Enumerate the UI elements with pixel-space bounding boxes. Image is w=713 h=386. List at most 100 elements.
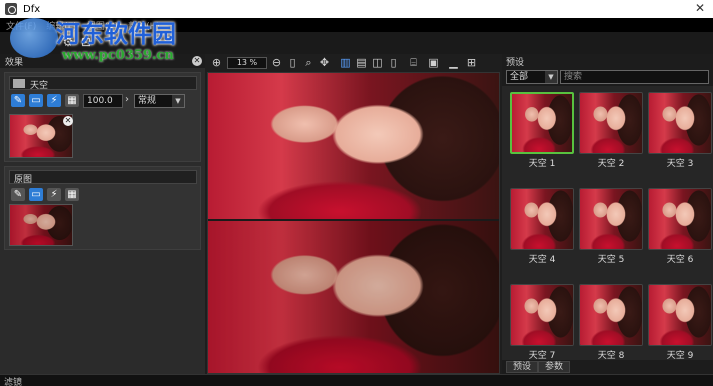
preset-thumbnail	[648, 284, 712, 346]
preset-item[interactable]: 天空 7	[510, 284, 574, 360]
window-close-icon[interactable]: ✕	[695, 1, 705, 15]
preset-thumbnail	[510, 284, 574, 346]
preset-item[interactable]: 天空 2	[579, 92, 643, 178]
preset-label: 天空 8	[597, 351, 625, 360]
zoom-out-icon[interactable]: ⊖	[270, 56, 283, 70]
split-half-icon[interactable]: ◫	[371, 56, 384, 70]
effects-panel-title: 效果	[5, 58, 24, 68]
category-value: 全部	[510, 72, 529, 82]
presets-panel: 预设 全部 ▼ 搜索 天空 1 天空 2 天空 3 天空 4 天空 5 天空 6…	[502, 54, 713, 374]
remove-layer-icon[interactable]: ✕	[63, 116, 73, 126]
app-icon	[5, 3, 17, 15]
mask-icon[interactable]: ▦	[65, 188, 79, 201]
preset-label: 天空 5	[597, 255, 625, 265]
chevron-down-icon: ▼	[545, 71, 557, 83]
preset-thumbnail	[648, 92, 712, 154]
mask-icon[interactable]: ▦	[65, 94, 79, 107]
blend-mode-value: 常规	[138, 96, 157, 106]
preset-thumbnail	[648, 188, 712, 250]
layer-section-original: 原图 ✎ ▭ ⚡ ▦	[4, 166, 201, 250]
preset-label: 天空 9	[666, 351, 694, 360]
search-input[interactable]: 搜索	[560, 70, 709, 84]
presets-panel-title: 预设	[506, 58, 525, 68]
layer-section-sky: 天空 ✎ ▭ ⚡ ▦ 100.0 › 常规 ▼ ✕	[4, 72, 201, 162]
lightning-icon[interactable]: ⚡	[47, 188, 61, 201]
before-image	[208, 221, 499, 373]
preset-label: 天空 3	[666, 159, 694, 169]
layer-label: 原图	[14, 175, 33, 185]
canvas-toolbar: ⊕ 13 % ⊖ ▯ ⌕ ✥ ▥ ▤ ◫ ▯ ⌸ ▣ ▁ ⊞	[207, 54, 502, 72]
preview-icon[interactable]: ⊞	[465, 56, 478, 70]
effects-panel-header: 效果 ✕	[0, 54, 205, 68]
layer-header-sky[interactable]: 天空	[9, 76, 197, 91]
status-bar: 滤镜	[0, 374, 713, 386]
camera-icon[interactable]: ⌸	[407, 56, 420, 70]
settings-icon[interactable]: ⚙	[60, 35, 76, 50]
compare-icon[interactable]: ▣	[427, 56, 440, 70]
monitor-icon[interactable]: ▭	[29, 94, 43, 107]
main-toolbar: ⚙ ⊡	[0, 32, 713, 54]
portrait-photo	[208, 73, 499, 219]
tab-parameters[interactable]: 参数	[538, 361, 571, 373]
preset-label: 天空 6	[666, 255, 694, 265]
portrait-photo	[208, 221, 499, 373]
portrait-photo	[10, 205, 72, 245]
zoom-in-icon[interactable]: ⊕	[210, 56, 223, 70]
chevron-right-icon[interactable]: ›	[125, 94, 129, 105]
layer-icon	[13, 79, 25, 88]
preset-thumbnail	[579, 188, 643, 250]
menu-view[interactable]: 视图(V)	[87, 19, 118, 32]
split-horizontal-icon[interactable]: ▤	[355, 56, 368, 70]
menu-bar: 文件(F) 编辑(E) 视图(V) 帮助(H)	[0, 18, 713, 32]
crop-icon[interactable]: ⊡	[78, 35, 94, 50]
preset-item[interactable]: 天空 3	[648, 92, 712, 178]
status-text: 滤镜	[4, 378, 23, 386]
histogram-icon[interactable]: ▁	[447, 56, 460, 70]
preset-item[interactable]: 天空 1	[510, 92, 574, 178]
layer-label: 天空	[30, 81, 49, 91]
preset-item[interactable]: 天空 5	[579, 188, 643, 274]
presets-panel-header: 预设	[502, 54, 713, 68]
single-view-icon[interactable]: ▯	[387, 56, 400, 70]
category-select[interactable]: 全部 ▼	[506, 70, 558, 84]
menu-help[interactable]: 帮助(H)	[128, 19, 160, 32]
preset-item[interactable]: 天空 6	[648, 188, 712, 274]
menu-file[interactable]: 文件(F)	[6, 19, 36, 32]
title-bar: Dfx ✕	[0, 0, 713, 18]
pan-icon[interactable]: ✥	[318, 56, 331, 70]
preset-thumbnail	[579, 92, 643, 154]
preset-thumbnail	[510, 92, 574, 154]
menu-edit[interactable]: 编辑(E)	[46, 19, 77, 32]
blend-mode-select[interactable]: 常规 ▼	[134, 94, 185, 108]
magnifier-icon[interactable]: ⌕	[302, 56, 315, 70]
preset-item[interactable]: 天空 9	[648, 284, 712, 360]
tab-presets[interactable]: 预设	[506, 361, 539, 373]
edit-icon[interactable]: ✎	[11, 94, 25, 107]
chevron-down-icon: ▼	[172, 95, 184, 107]
split-vertical-icon[interactable]: ▥	[339, 56, 352, 70]
effects-panel: 效果 ✕ 天空 ✎ ▭ ⚡ ▦ 100.0 › 常规 ▼ ✕ 原图 ✎ ▭ ⚡ …	[0, 54, 205, 374]
monitor-icon[interactable]: ▭	[29, 188, 43, 201]
image-canvas[interactable]	[207, 72, 500, 374]
edit-icon[interactable]: ✎	[11, 188, 25, 201]
preset-grid: 天空 1 天空 2 天空 3 天空 4 天空 5 天空 6 天空 7 天空 8 …	[502, 88, 713, 360]
preset-label: 天空 7	[528, 351, 556, 360]
after-image	[208, 73, 499, 219]
preset-label: 天空 2	[597, 159, 625, 169]
layer-thumbnail-original[interactable]	[9, 204, 73, 246]
presets-tab-bar: 预设 参数	[502, 360, 713, 374]
preset-label: 天空 4	[528, 255, 556, 265]
preset-item[interactable]: 天空 8	[579, 284, 643, 360]
presets-filter-bar: 全部 ▼ 搜索	[502, 68, 713, 86]
fit-icon[interactable]: ▯	[286, 56, 299, 70]
opacity-field[interactable]: 100.0	[83, 94, 123, 108]
preset-item[interactable]: 天空 4	[510, 188, 574, 274]
window-title: Dfx	[23, 3, 41, 15]
zoom-level[interactable]: 13 %	[227, 57, 267, 69]
layer-header-original[interactable]: 原图	[9, 170, 197, 185]
preset-thumbnail	[510, 188, 574, 250]
preset-thumbnail	[579, 284, 643, 346]
lightning-icon[interactable]: ⚡	[47, 94, 61, 107]
preset-label: 天空 1	[528, 159, 556, 169]
close-icon[interactable]: ✕	[192, 56, 202, 66]
